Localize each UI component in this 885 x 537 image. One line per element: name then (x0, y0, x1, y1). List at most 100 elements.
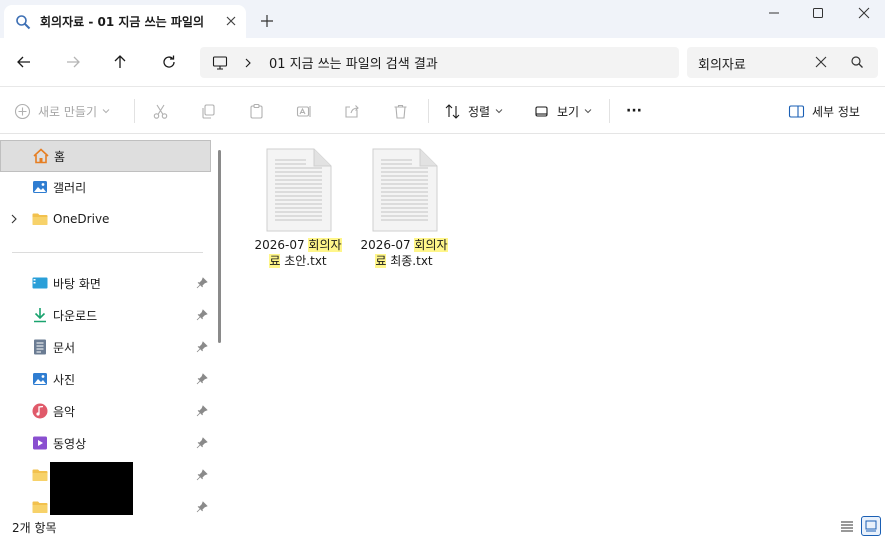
plus-circle-icon (14, 103, 31, 119)
sidebar-item-onedrive[interactable]: OneDrive (0, 203, 211, 235)
refresh-icon[interactable] (161, 54, 177, 70)
paste-icon (250, 103, 263, 119)
new-label: 새로 만들기 (38, 104, 98, 119)
chevron-right-icon[interactable] (9, 214, 19, 224)
divider (609, 99, 610, 123)
text-file-icon (266, 148, 332, 232)
sidebar-item-pictures[interactable]: 사진 (0, 363, 211, 395)
up-arrow-icon[interactable] (112, 54, 128, 70)
sidebar-item-label: 바탕 화면 (53, 276, 101, 291)
sort-icon (445, 103, 460, 119)
rename-button[interactable] (296, 87, 313, 135)
details-pane-icon (788, 104, 805, 118)
sidebar-item-gallery[interactable]: 갤러리 (0, 171, 211, 203)
sidebar-item-home[interactable]: 홈 (0, 140, 211, 172)
address-path: 01 지금 쓰는 파일의 검색 결과 (269, 57, 438, 72)
search-match-highlight: 료 (375, 254, 387, 268)
close-window-icon[interactable] (857, 6, 871, 20)
file-list: 2026-07 회의자 료 초안.txt 2026-07 회의자 료 최종.txt (228, 134, 885, 515)
download-icon (34, 308, 46, 323)
sidebar-item-label: 사진 (53, 372, 76, 387)
sidebar-item-label: 홈 (54, 149, 66, 164)
more-options-icon: ··· (626, 103, 642, 119)
pin-icon[interactable] (196, 309, 208, 321)
status-bar: 2개 항목 (0, 515, 885, 537)
chevron-right-icon[interactable] (243, 58, 253, 68)
paste-button[interactable] (248, 87, 265, 135)
view-icon (535, 105, 548, 117)
details-view-icon[interactable] (839, 518, 855, 534)
search-input[interactable]: 회의자료 (698, 54, 746, 73)
pin-icon[interactable] (196, 341, 208, 353)
pin-icon[interactable] (196, 469, 208, 481)
new-tab-icon[interactable] (260, 14, 274, 28)
pin-icon[interactable] (196, 405, 208, 417)
sort-button[interactable]: 정렬 (444, 87, 503, 135)
maximize-icon[interactable] (811, 6, 825, 20)
divider (12, 252, 203, 253)
close-tab-icon[interactable] (224, 14, 238, 28)
scissors-icon (153, 104, 168, 119)
large-icons-view-icon (865, 520, 877, 532)
sidebar-item-label: 다운로드 (53, 308, 98, 323)
more-options-button[interactable]: ··· (626, 87, 642, 135)
delete-button[interactable] (392, 87, 409, 135)
new-button[interactable]: 새로 만들기 (14, 87, 110, 135)
sort-label: 정렬 (468, 104, 491, 119)
redacted-area (50, 462, 133, 515)
tab-title: 회의자료 - 01 지금 쓰는 파일의 (40, 15, 205, 29)
search-match-highlight: 회의자 (308, 238, 342, 252)
gallery-icon (33, 181, 47, 193)
back-arrow-icon[interactable] (16, 54, 32, 70)
share-button[interactable] (344, 87, 361, 135)
sidebar-scrollbar[interactable] (218, 150, 221, 343)
search-icon (16, 14, 31, 29)
copy-icon (202, 103, 215, 119)
sidebar-item-label: 갤러리 (53, 180, 87, 195)
sidebar-item-label: OneDrive (53, 212, 110, 226)
document-icon (34, 339, 46, 355)
pin-icon[interactable] (196, 437, 208, 449)
copy-button[interactable] (200, 87, 217, 135)
cut-button[interactable] (152, 87, 169, 135)
large-icons-view-button[interactable] (861, 516, 881, 536)
sidebar-item-label: 동영상 (53, 436, 87, 451)
sidebar-item-label: 음악 (53, 404, 76, 419)
file-item[interactable]: 2026-07 회의자 료 최종.txt (354, 146, 454, 271)
details-pane-button[interactable]: 세부 정보 (788, 87, 860, 135)
pin-icon[interactable] (196, 501, 208, 513)
music-icon (32, 403, 48, 419)
text-file-icon (372, 148, 438, 232)
view-label: 보기 (557, 104, 580, 119)
search-icon[interactable] (850, 55, 864, 69)
minimize-icon[interactable] (767, 6, 781, 20)
file-item[interactable]: 2026-07 회의자 료 초안.txt (248, 146, 348, 271)
search-box[interactable]: 회의자료 (687, 47, 878, 78)
sidebar-item-documents[interactable]: 문서 (0, 331, 211, 363)
sidebar-item-videos[interactable]: 동영상 (0, 427, 211, 459)
video-icon (33, 436, 47, 450)
forward-arrow-icon[interactable] (65, 54, 81, 70)
title-bar: 회의자료 - 01 지금 쓰는 파일의 (0, 0, 885, 38)
view-button[interactable]: 보기 (533, 87, 592, 135)
clear-search-icon[interactable] (815, 56, 827, 68)
address-bar[interactable]: 01 지금 쓰는 파일의 검색 결과 (200, 47, 679, 78)
tab-search-results[interactable]: 회의자료 - 01 지금 쓰는 파일의 (4, 5, 246, 38)
file-name: 2026-07 회의자 료 초안.txt (254, 238, 342, 268)
address-row: 01 지금 쓰는 파일의 검색 결과 회의자료 (0, 38, 885, 86)
pin-icon[interactable] (196, 373, 208, 385)
search-match-highlight: 회의자 (414, 238, 448, 252)
pin-icon[interactable] (196, 277, 208, 289)
desktop-icon (32, 277, 48, 289)
sidebar-item-downloads[interactable]: 다운로드 (0, 299, 211, 331)
computer-icon (212, 55, 228, 70)
rename-icon (296, 105, 311, 117)
chevron-down-icon (495, 109, 503, 114)
divider (428, 99, 429, 123)
chevron-down-icon (584, 109, 592, 114)
sidebar-item-music[interactable]: 음악 (0, 395, 211, 427)
pictures-icon (33, 373, 47, 385)
sidebar-item-desktop[interactable]: 바탕 화면 (0, 267, 211, 299)
sidebar-item-label: 문서 (53, 340, 76, 355)
share-icon (345, 104, 359, 118)
